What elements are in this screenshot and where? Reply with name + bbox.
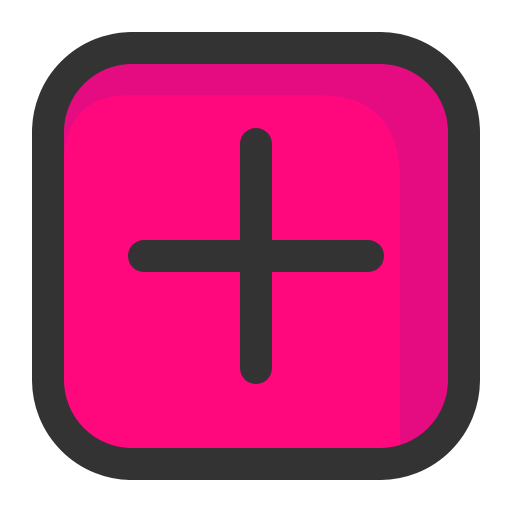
add-button[interactable] <box>0 0 512 512</box>
icon-canvas <box>0 0 512 512</box>
